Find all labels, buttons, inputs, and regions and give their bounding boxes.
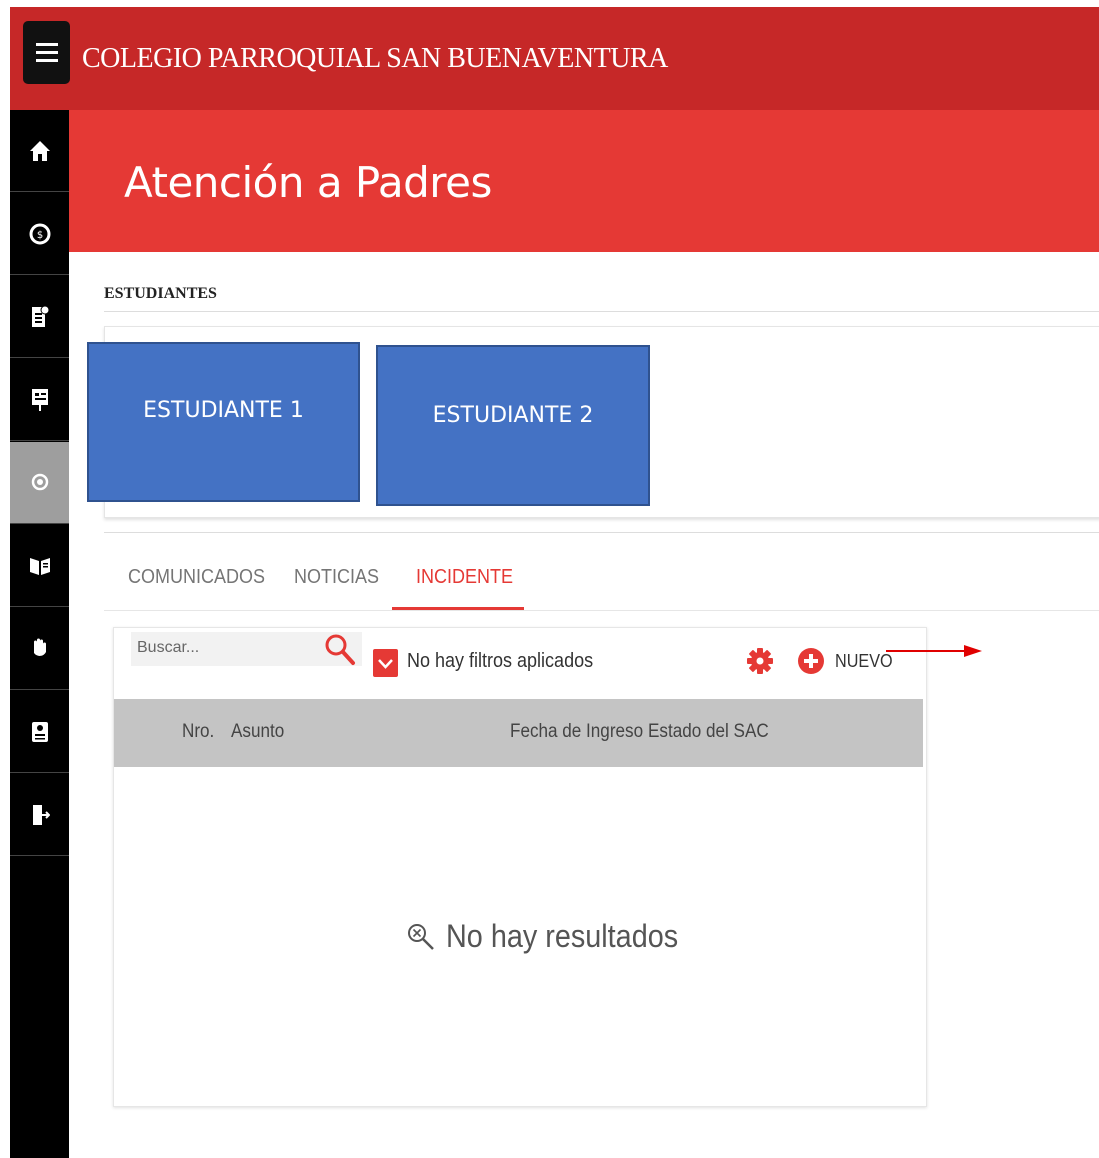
sidebar-item-support[interactable] <box>10 442 69 524</box>
divider <box>104 311 1099 312</box>
menu-icon <box>35 43 58 62</box>
filter-status-text: No hay filtros aplicados <box>407 650 594 672</box>
sidebar-item-schedule[interactable] <box>10 359 69 441</box>
sidebar-item-payments[interactable]: $ <box>10 193 69 275</box>
empty-state: No hay resultados <box>406 918 704 955</box>
filter-toggle[interactable] <box>373 649 398 677</box>
support-icon <box>31 473 48 490</box>
hand-icon <box>33 638 46 656</box>
gear-icon[interactable] <box>746 646 774 676</box>
add-circle-icon[interactable] <box>797 647 825 675</box>
home-icon <box>29 140 50 161</box>
no-results-search-icon <box>408 923 434 950</box>
student-card-label: ESTUDIANTE 1 <box>143 397 304 423</box>
library-icon <box>29 557 50 575</box>
logout-icon <box>32 804 50 825</box>
chevron-down-icon <box>378 659 393 669</box>
grades-icon <box>31 305 49 327</box>
column-header-nro[interactable]: Nro. <box>182 721 214 743</box>
column-header-asunto[interactable]: Asunto <box>231 721 284 743</box>
tab-comunicados[interactable]: COMUNICADOS <box>128 566 265 589</box>
sidebar-item-hand[interactable] <box>10 608 69 690</box>
sidebar-item-home[interactable] <box>10 110 69 192</box>
annotation-arrow <box>886 645 982 657</box>
schedule-icon <box>31 388 48 411</box>
column-header-fecha-ingreso[interactable]: Fecha de Ingreso <box>510 721 643 743</box>
sidebar-rail: $ <box>10 110 69 1158</box>
id-card-icon <box>31 721 48 742</box>
svg-text:$: $ <box>36 230 42 241</box>
students-section-label: ESTUDIANTES <box>104 285 217 302</box>
sidebar-item-logout[interactable] <box>10 774 69 856</box>
top-app-bar: COLEGIO PARROQUIAL SAN BUENAVENTURA <box>10 7 1099 110</box>
sidebar-item-grades[interactable] <box>10 276 69 358</box>
student-card-1[interactable]: ESTUDIANTE 1 <box>87 342 360 502</box>
divider <box>104 532 1099 533</box>
page-title: Atención a Padres <box>124 158 492 207</box>
page-header: Atención a Padres <box>69 110 1099 252</box>
sidebar-item-library[interactable] <box>10 525 69 607</box>
column-header-estado-sac[interactable]: Estado del SAC <box>648 721 769 743</box>
hamburger-menu-button[interactable] <box>23 21 70 84</box>
payments-icon: $ <box>29 223 50 244</box>
student-card-label: ESTUDIANTE 2 <box>432 403 594 428</box>
tab-noticias[interactable]: NOTICIAS <box>294 566 379 589</box>
student-card-2[interactable]: ESTUDIANTE 2 <box>376 345 650 506</box>
sidebar-item-id-card[interactable] <box>10 691 69 773</box>
app-title: COLEGIO PARROQUIAL SAN BUENAVENTURA <box>82 43 668 74</box>
tab-incidente[interactable]: INCIDENTE <box>416 566 513 589</box>
divider <box>104 610 1099 611</box>
empty-state-text: No hay resultados <box>446 918 679 954</box>
search-input[interactable] <box>137 636 317 660</box>
search-icon[interactable] <box>323 632 357 668</box>
